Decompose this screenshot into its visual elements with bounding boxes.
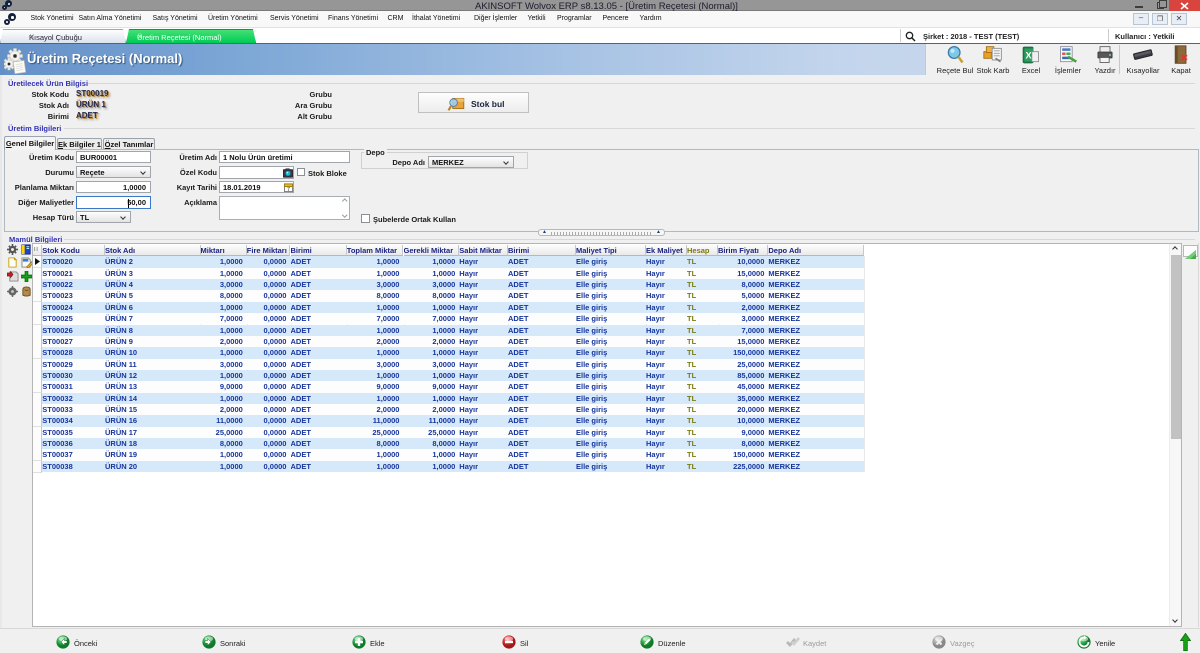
svg-text:7: 7 bbox=[287, 186, 290, 191]
svg-text:X: X bbox=[1025, 50, 1032, 60]
